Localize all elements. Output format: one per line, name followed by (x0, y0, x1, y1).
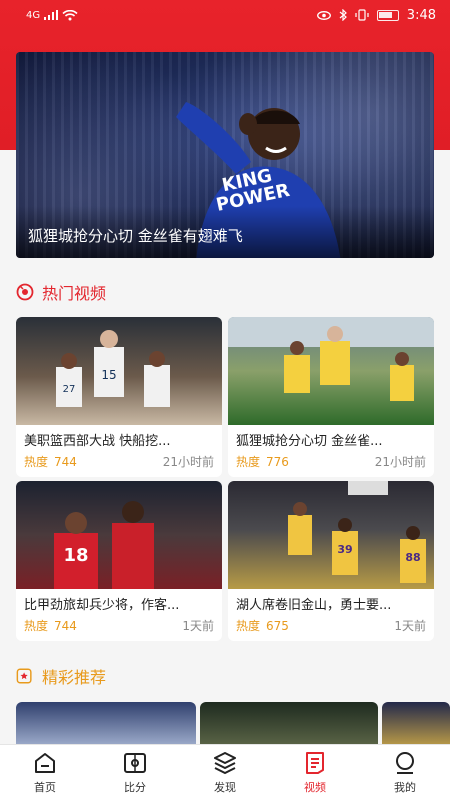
wifi-icon (62, 9, 78, 20)
recommended-title: 精彩推荐 (42, 668, 107, 687)
heat-stat: 热度 776 (236, 453, 289, 470)
heat-value: 744 (54, 455, 77, 469)
video-card[interactable]: 39 88 湖人席卷旧金山，勇士要... 热度 675 1天前 (228, 481, 434, 641)
video-time: 21小时前 (162, 455, 214, 469)
banner-caption: 狐狸城抢分心切 金丝雀有翅难飞 (28, 227, 243, 245)
tab-label: 我的 (394, 781, 416, 794)
heat-label: 热度 (24, 455, 49, 469)
tab-score[interactable]: 比分 (90, 745, 180, 800)
heat-label: 热度 (24, 619, 49, 633)
status-bar: 4G 3:48 (0, 0, 450, 30)
video-time: 1天前 (182, 619, 214, 633)
video-thumbnail: 18 (16, 481, 222, 589)
video-card[interactable]: 18 比甲劲旅却兵少将，作客... 热度 744 1天前 (16, 481, 222, 641)
video-card[interactable]: 15 27 美职篮西部大战 快船挖... 热度 744 21小时前 (16, 317, 222, 477)
hot-videos-icon (16, 283, 34, 301)
hot-videos-header: 热门视频 (16, 280, 106, 304)
heat-label: 热度 (236, 455, 261, 469)
tab-discover[interactable]: 发现 (180, 745, 270, 800)
heat-value: 675 (266, 619, 289, 633)
vibrate-icon (355, 9, 369, 21)
recommended-video-thumbnail[interactable] (16, 702, 196, 750)
eye-icon (316, 10, 331, 20)
tab-video[interactable]: 视频 (270, 745, 360, 800)
tab-label: 视频 (304, 781, 326, 794)
signal-icon (44, 10, 59, 20)
video-title: 狐狸城抢分心切 金丝雀... (236, 434, 383, 449)
svg-text:39: 39 (337, 543, 352, 556)
video-title: 湖人席卷旧金山，勇士要... (236, 598, 392, 613)
tab-label: 发现 (214, 781, 236, 794)
recommended-video-thumbnail[interactable] (200, 702, 378, 750)
featured-banner[interactable]: KING POWER 狐狸城抢分心切 金丝雀有翅难飞 (16, 52, 434, 258)
clock: 3:48 (406, 7, 436, 23)
video-icon (306, 752, 324, 774)
score-icon (124, 753, 146, 773)
video-time: 1天前 (394, 619, 426, 633)
star-badge-icon (16, 667, 34, 685)
profile-icon (396, 752, 414, 774)
video-card[interactable]: 狐狸城抢分心切 金丝雀... 热度 776 21小时前 (228, 317, 434, 477)
video-time: 21小时前 (374, 455, 426, 469)
tab-home[interactable]: 首页 (0, 745, 90, 800)
football-players-image: 18 (54, 501, 154, 589)
video-thumbnail: 15 27 (16, 317, 222, 425)
video-thumbnail (228, 317, 434, 425)
tab-profile[interactable]: 我的 (360, 745, 450, 800)
home-icon (35, 753, 55, 773)
network-type: 4G (26, 9, 41, 21)
heat-stat: 热度 744 (24, 453, 77, 470)
svg-text:88: 88 (405, 551, 420, 564)
video-title: 比甲劲旅却兵少将，作客... (24, 598, 180, 613)
bluetooth-icon (339, 9, 347, 21)
video-thumbnail: 39 88 (228, 481, 434, 589)
football-players-image (228, 317, 434, 401)
heat-stat: 热度 675 (236, 617, 289, 634)
heat-stat: 热度 744 (24, 617, 77, 634)
hot-videos-title: 热门视频 (42, 284, 107, 303)
recommended-video-thumbnail[interactable] (382, 702, 450, 750)
basketball-players-image: 15 27 (56, 330, 170, 407)
heat-value: 744 (54, 619, 77, 633)
svg-text:18: 18 (63, 545, 88, 566)
tab-label: 首页 (34, 781, 56, 794)
layers-icon (214, 752, 236, 775)
basketball-players-image: 39 88 (288, 481, 426, 583)
tab-label: 比分 (124, 781, 146, 794)
video-title: 美职篮西部大战 快船挖... (24, 434, 171, 449)
svg-text:27: 27 (63, 384, 76, 395)
heat-value: 776 (266, 455, 289, 469)
bottom-tab-bar: 首页 比分 发现 视频 我的 (0, 744, 450, 800)
heat-label: 热度 (236, 619, 261, 633)
battery-icon (376, 9, 399, 21)
recommended-header: 精彩推荐 (16, 664, 106, 688)
svg-text:15: 15 (101, 368, 116, 382)
